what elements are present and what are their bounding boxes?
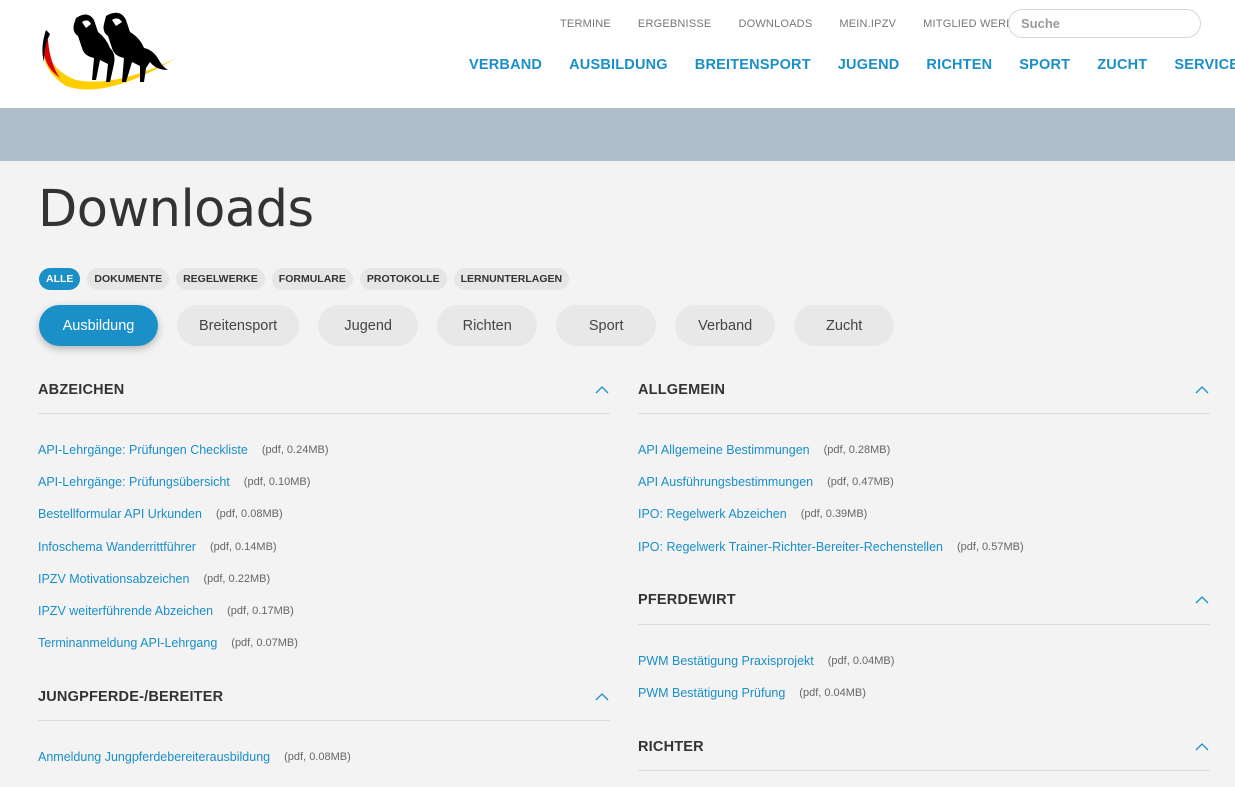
category-pill-richten[interactable]: Richten bbox=[437, 305, 538, 346]
file-meta: (pdf, 0.08MB) bbox=[284, 751, 351, 764]
chevron-up-icon[interactable] bbox=[1194, 382, 1210, 398]
category-pill-breitensport[interactable]: Breitensport bbox=[177, 305, 300, 346]
top-nav: TERMINE ERGEBNISSE DOWNLOADS MEIN.IPZV M… bbox=[560, 18, 1057, 30]
chevron-up-icon[interactable] bbox=[1194, 739, 1210, 755]
nav-jugend[interactable]: JUGEND bbox=[838, 57, 900, 73]
nav-breitensport[interactable]: BREITENSPORT bbox=[695, 57, 811, 73]
download-item: API-Lehrgänge: Prüfungen Checkliste (pdf,… bbox=[38, 434, 610, 466]
download-item: PWM Bestätigung Prüfung (pdf, 0.04MB) bbox=[638, 677, 1210, 709]
type-filter-pills: ALLE DOKUMENTE REGELWERKE FORMULARE PROT… bbox=[39, 268, 576, 290]
download-link[interactable]: Bestellformular API Urkunden bbox=[38, 507, 202, 521]
file-meta: (pdf, 0.39MB) bbox=[800, 508, 868, 521]
download-link[interactable]: API-Lehrgänge: Prüfungsübersicht bbox=[38, 475, 230, 489]
file-meta: (pdf, 0.04MB) bbox=[827, 654, 895, 667]
section-title: PFERDEWIRT bbox=[638, 592, 736, 609]
download-item: API-Lehrgänge: Prüfungsübersicht (pdf, 0.… bbox=[38, 466, 610, 498]
nav-service[interactable]: SERVICE▾ bbox=[1174, 57, 1235, 73]
download-link[interactable]: Anmeldung Jungpferdebereiterausbildung bbox=[38, 750, 270, 764]
section-title: RICHTER bbox=[638, 738, 704, 755]
download-link[interactable]: Infoschema Wanderrittführer bbox=[38, 540, 196, 554]
nav-richten[interactable]: RICHTEN bbox=[926, 57, 992, 73]
section-abzeichen: ABZEICHEN API-Lehrgänge: Prüfungen Check… bbox=[38, 366, 610, 673]
nav-zucht[interactable]: ZUCHT bbox=[1097, 57, 1147, 73]
category-pills: Ausbildung Breitensport Jugend Richten S… bbox=[39, 305, 913, 346]
section-header[interactable]: PFERDEWIRT bbox=[638, 577, 1210, 625]
download-item: Terminanmeldung API-Lehrgang (pdf, 0.07MB… bbox=[38, 627, 610, 659]
top-link-ergebnisse[interactable]: ERGEBNISSE bbox=[638, 18, 712, 30]
section-header[interactable]: ALLGEMEIN bbox=[638, 366, 1210, 414]
file-meta: (pdf, 0.14MB) bbox=[209, 540, 277, 553]
section-jungpferde-bereiter: JUNGPFERDE-/BEREITER Anmeldung Jungpferd… bbox=[38, 673, 610, 787]
file-meta: (pdf, 0.17MB) bbox=[227, 605, 294, 618]
filter-pill-protokolle[interactable]: PROTOKOLLE bbox=[359, 268, 447, 290]
download-item: Bestellformular API Urkunden (pdf, 0.08MB… bbox=[38, 498, 610, 530]
category-pill-zucht[interactable]: Zucht bbox=[794, 305, 895, 346]
site-header: TERMINE ERGEBNISSE DOWNLOADS MEIN.IPZV M… bbox=[0, 0, 1235, 108]
nav-service-label: SERVICE bbox=[1174, 57, 1235, 73]
download-link[interactable]: IPZV Motivationsabzeichen bbox=[38, 572, 189, 586]
file-meta: (pdf, 0.57MB) bbox=[956, 540, 1024, 553]
section-header[interactable]: JUNGPFERDE-/BEREITER bbox=[38, 673, 610, 722]
download-link[interactable]: IPO: Regelwerk Trainer-Richter-Bereiter-… bbox=[638, 540, 943, 554]
category-pill-jugend[interactable]: Jugend bbox=[318, 305, 419, 346]
download-item: IPO: Regelwerk Abzeichen (pdf, 0.39MB) bbox=[638, 498, 1210, 530]
download-link[interactable]: API Ausführungsbestimmungen bbox=[638, 475, 813, 489]
download-item: IPZV weiterführende Abzeichen (pdf, 0.17M… bbox=[38, 595, 610, 627]
section-title: ALLGEMEIN bbox=[638, 381, 726, 398]
top-link-downloads[interactable]: DOWNLOADS bbox=[738, 18, 812, 30]
nav-verband[interactable]: VERBAND bbox=[469, 57, 542, 73]
download-link[interactable]: IPO: Regelwerk Abzeichen bbox=[638, 507, 787, 521]
chevron-up-icon[interactable] bbox=[594, 382, 610, 398]
filter-pill-dokumente[interactable]: DOKUMENTE bbox=[87, 268, 170, 290]
download-link[interactable]: PWM Bestätigung Prüfung bbox=[638, 686, 785, 700]
top-link-termine[interactable]: TERMINE bbox=[560, 18, 611, 30]
file-meta: (pdf, 0.10MB) bbox=[243, 476, 311, 489]
downloads-column-right: ALLGEMEIN API Allgemeine Bestimmungen (pd… bbox=[638, 366, 1210, 772]
download-link[interactable]: API-Lehrgänge: Prüfungen Checkliste bbox=[38, 443, 248, 457]
download-link[interactable]: PWM Bestätigung Praxisprojekt bbox=[638, 654, 814, 668]
download-item: IPO: Regelwerk Trainer-Richter-Bereiter-… bbox=[638, 531, 1210, 563]
chevron-up-icon[interactable] bbox=[1194, 592, 1210, 608]
section-header[interactable]: RICHTER bbox=[638, 723, 1210, 772]
file-meta: (pdf, 0.08MB) bbox=[215, 508, 283, 521]
section-pferdewirt: PFERDEWIRT PWM Bestätigung Praxisprojekt… bbox=[638, 577, 1210, 723]
section-allgemein: ALLGEMEIN API Allgemeine Bestimmungen (pd… bbox=[638, 366, 1210, 577]
file-meta: (pdf, 0.22MB) bbox=[203, 572, 271, 585]
search-input[interactable] bbox=[1008, 9, 1201, 38]
download-item: Anmeldung Jungpferdebereiterausbildung (p… bbox=[38, 741, 610, 773]
chevron-up-icon[interactable] bbox=[594, 689, 610, 705]
download-item: IPZV Motivationsabzeichen (pdf, 0.22MB) bbox=[38, 563, 610, 595]
filter-pill-regelwerke[interactable]: REGELWERKE bbox=[176, 268, 265, 290]
download-link[interactable]: Terminanmeldung API-Lehrgang bbox=[38, 636, 217, 650]
category-pill-verband[interactable]: Verband bbox=[675, 305, 776, 346]
section-header[interactable]: ABZEICHEN bbox=[38, 366, 610, 414]
file-meta: (pdf, 0.07MB) bbox=[231, 637, 298, 650]
nav-ausbildung[interactable]: AUSBILDUNG bbox=[569, 57, 668, 73]
filter-pill-alle[interactable]: ALLE bbox=[39, 268, 81, 290]
download-item: Infoschema Wanderrittführer (pdf, 0.14MB) bbox=[38, 531, 610, 563]
horses-logo[interactable] bbox=[36, 8, 186, 94]
nav-sport[interactable]: SPORT bbox=[1019, 57, 1070, 73]
section-title: ABZEICHEN bbox=[38, 381, 125, 398]
download-item: PWM Bestätigung Praxisprojekt (pdf, 0.04M… bbox=[638, 645, 1210, 677]
section-richter: RICHTER bbox=[638, 723, 1210, 772]
filter-pill-lernunterlagen[interactable]: LERNUNTERLAGEN bbox=[453, 268, 570, 290]
page-title: Downloads bbox=[38, 180, 314, 239]
file-meta: (pdf, 0.04MB) bbox=[799, 687, 866, 700]
filter-pill-formulare[interactable]: FORMULARE bbox=[271, 268, 353, 290]
download-link[interactable]: API Allgemeine Bestimmungen bbox=[638, 443, 810, 457]
section-title: JUNGPFERDE-/BEREITER bbox=[38, 688, 224, 705]
file-meta: (pdf, 0.24MB) bbox=[261, 444, 329, 457]
category-pill-sport[interactable]: Sport bbox=[556, 305, 657, 346]
download-link[interactable]: IPZV weiterführende Abzeichen bbox=[38, 604, 213, 618]
download-item: API Allgemeine Bestimmungen (pdf, 0.28MB) bbox=[638, 434, 1210, 466]
download-item: API Ausführungsbestimmungen (pdf, 0.47MB) bbox=[638, 466, 1210, 498]
page-banner bbox=[0, 108, 1235, 161]
main-nav: VERBAND AUSBILDUNG BREITENSPORT JUGEND R… bbox=[469, 57, 1235, 73]
downloads-column-left: ABZEICHEN API-Lehrgänge: Prüfungen Check… bbox=[38, 366, 610, 787]
top-link-mein-ipzv[interactable]: MEIN.IPZV bbox=[839, 18, 896, 30]
file-meta: (pdf, 0.28MB) bbox=[823, 444, 891, 457]
file-meta: (pdf, 0.47MB) bbox=[827, 476, 894, 489]
category-pill-ausbildung[interactable]: Ausbildung bbox=[39, 305, 158, 346]
